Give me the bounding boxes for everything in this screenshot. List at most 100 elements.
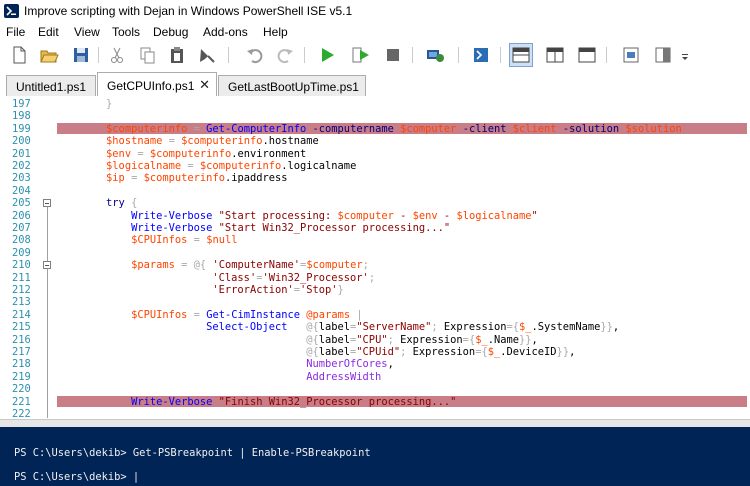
code-text: $logicalname = $computerinfo.logicalname bbox=[106, 160, 357, 172]
line-number: 209 bbox=[12, 246, 31, 259]
line-number: 201 bbox=[12, 147, 31, 160]
menu-edit[interactable]: Edit bbox=[38, 25, 59, 39]
paste-icon[interactable] bbox=[166, 44, 188, 66]
code-line[interactable]: 214 $CPUInfos = Get-CimInstance @params … bbox=[0, 309, 750, 321]
code-line[interactable]: 217 @{label="CPUid"; Expression={$_.Devi… bbox=[0, 346, 750, 358]
menu-tools[interactable]: Tools bbox=[112, 25, 140, 39]
line-number: 208 bbox=[12, 234, 31, 247]
show-script-pane-maximized-icon[interactable] bbox=[576, 44, 598, 66]
code-line[interactable]: 207 Write-Verbose "Start Win32_Processor… bbox=[0, 222, 750, 234]
script-tab-strip: Untitled1.ps1 GetCPUInfo.ps1 ✕ GetLastBo… bbox=[0, 72, 750, 97]
code-text: $CPUInfos = $null bbox=[131, 234, 238, 247]
powershell-app-icon bbox=[4, 4, 19, 18]
show-script-pane-top-icon[interactable] bbox=[509, 43, 533, 67]
code-line[interactable]: 206 Write-Verbose "Start processing: $co… bbox=[0, 210, 750, 222]
tab-label: GetLastBootUpTime.ps1 bbox=[228, 80, 359, 94]
code-text: Write-Verbose "Start processing: $comput… bbox=[131, 209, 538, 222]
clear-console-icon[interactable] bbox=[196, 44, 218, 66]
code-line[interactable]: 219 AddressWidth bbox=[0, 371, 750, 383]
menu-bar: File Edit View Tools Debug Add-ons Help bbox=[0, 24, 750, 42]
redo-icon[interactable] bbox=[274, 44, 296, 66]
code-line[interactable]: 218 NumberOfCores, bbox=[0, 358, 750, 370]
tab-label: GetCPUInfo.ps1 bbox=[107, 79, 195, 93]
code-line[interactable]: 212 'ErrorAction'='Stop'} bbox=[0, 284, 750, 296]
code-text: $params = @{ 'ComputerName'=$computer; bbox=[131, 259, 369, 272]
code-text: $CPUInfos = Get-CimInstance @params | bbox=[131, 308, 363, 321]
code-text: 'ErrorAction'='Stop'} bbox=[212, 284, 344, 296]
code-text: @{label="CPU"; Expression={$_.Name}}, bbox=[306, 333, 538, 346]
menu-help[interactable]: Help bbox=[263, 25, 288, 39]
line-number: 211 bbox=[12, 271, 31, 284]
code-text: AddressWidth bbox=[306, 370, 382, 383]
toolbar-overflow-icon[interactable] bbox=[678, 44, 692, 66]
code-text: Select-Object @{label="ServerName"; Expr… bbox=[206, 321, 620, 334]
line-number: 199 bbox=[12, 122, 31, 135]
code-line[interactable]: 200 $hostname = $computerinfo.hostname bbox=[0, 135, 750, 147]
menu-view[interactable]: View bbox=[74, 25, 100, 39]
code-line[interactable]: 205 try { bbox=[0, 197, 750, 209]
code-line[interactable]: 203 $ip = $computerinfo.ipaddress bbox=[0, 172, 750, 184]
console-pane[interactable]: PS C:\Users\dekib> Get-PSBreakpoint | En… bbox=[0, 427, 750, 486]
code-line[interactable]: 202 $logicalname = $computerinfo.logical… bbox=[0, 160, 750, 172]
stop-icon[interactable] bbox=[382, 44, 404, 66]
close-icon[interactable]: ✕ bbox=[199, 77, 210, 93]
show-command-addon-icon[interactable] bbox=[652, 44, 674, 66]
toolbar bbox=[0, 42, 750, 68]
line-number: 206 bbox=[12, 209, 31, 222]
code-line[interactable]: 216 @{label="CPU"; Expression={$_.Name}}… bbox=[0, 334, 750, 346]
run-script-icon[interactable] bbox=[316, 44, 338, 66]
tab-getlastbootuptime[interactable]: GetLastBootUpTime.ps1 bbox=[218, 75, 366, 96]
new-remote-tab-icon[interactable] bbox=[424, 44, 446, 66]
undo-icon[interactable] bbox=[244, 44, 266, 66]
code-line[interactable]: 220 bbox=[0, 383, 750, 395]
line-number: 217 bbox=[12, 346, 31, 358]
code-line[interactable]: 210 $params = @{ 'ComputerName'=$compute… bbox=[0, 259, 750, 271]
code-text: $computerinfo = Get-ComputerInfo -comput… bbox=[106, 122, 682, 135]
line-number: 202 bbox=[12, 160, 31, 172]
copy-icon[interactable] bbox=[136, 44, 158, 66]
console-line: PS C:\Users\dekib> Get-PSBreakpoint | En… bbox=[14, 447, 371, 459]
line-number: 204 bbox=[12, 184, 31, 197]
cut-icon[interactable] bbox=[106, 44, 128, 66]
save-icon[interactable] bbox=[70, 44, 92, 66]
code-text: Write-Verbose "Finish Win32_Processor pr… bbox=[131, 395, 457, 408]
run-selection-icon[interactable] bbox=[350, 44, 372, 66]
title-bar: Improve scripting with Dejan in Windows … bbox=[0, 0, 750, 22]
code-line[interactable]: 215 Select-Object @{label="ServerName"; … bbox=[0, 321, 750, 333]
code-line[interactable]: 197 } bbox=[0, 98, 750, 110]
line-number: 212 bbox=[12, 284, 31, 296]
tab-getcpuinfo[interactable]: GetCPUInfo.ps1 ✕ bbox=[97, 72, 217, 97]
code-text: 'Class'='Win32_Processor'; bbox=[212, 271, 376, 284]
code-line[interactable]: 208 $CPUInfos = $null bbox=[0, 234, 750, 246]
open-folder-icon[interactable] bbox=[38, 44, 60, 66]
code-line[interactable]: 209 bbox=[0, 247, 750, 259]
code-line[interactable]: 204 bbox=[0, 185, 750, 197]
code-line[interactable]: 222 bbox=[0, 408, 750, 419]
line-number: 218 bbox=[12, 358, 31, 371]
menu-file[interactable]: File bbox=[6, 25, 25, 39]
code-line[interactable]: 221 Write-Verbose "Finish Win32_Processo… bbox=[0, 396, 750, 408]
code-line[interactable]: 211 'Class'='Win32_Processor'; bbox=[0, 272, 750, 284]
code-text: $ip = $computerinfo.ipaddress bbox=[106, 172, 288, 185]
menu-debug[interactable]: Debug bbox=[153, 25, 188, 39]
menu-add-ons[interactable]: Add-ons bbox=[203, 25, 248, 39]
code-line[interactable]: 198 bbox=[0, 110, 750, 122]
show-script-pane-right-icon[interactable] bbox=[544, 44, 566, 66]
code-line[interactable]: 201 $env = $computerinfo.environment bbox=[0, 148, 750, 160]
collapse-region-icon[interactable] bbox=[43, 199, 51, 208]
line-number: 220 bbox=[12, 383, 31, 396]
window-title: Improve scripting with Dejan in Windows … bbox=[24, 4, 353, 18]
code-line[interactable]: 199 $computerinfo = Get-ComputerInfo -co… bbox=[0, 123, 750, 135]
line-number: 222 bbox=[12, 408, 31, 419]
code-text: $hostname = $computerinfo.hostname bbox=[106, 135, 319, 148]
code-text: } bbox=[106, 98, 113, 110]
show-command-window-icon[interactable] bbox=[620, 44, 642, 66]
line-number: 207 bbox=[12, 222, 31, 234]
code-line[interactable]: 213 bbox=[0, 296, 750, 308]
new-file-icon[interactable] bbox=[8, 44, 30, 66]
collapse-region-icon[interactable] bbox=[43, 261, 51, 270]
tab-untitled1[interactable]: Untitled1.ps1 bbox=[6, 75, 96, 96]
start-powershell-icon[interactable] bbox=[470, 44, 492, 66]
script-editor[interactable]: 197 } 198 199 $computerinfo = Get-Computer… bbox=[0, 96, 750, 419]
code-text: @{label="CPUid"; Expression={$_.DeviceID… bbox=[306, 346, 576, 358]
